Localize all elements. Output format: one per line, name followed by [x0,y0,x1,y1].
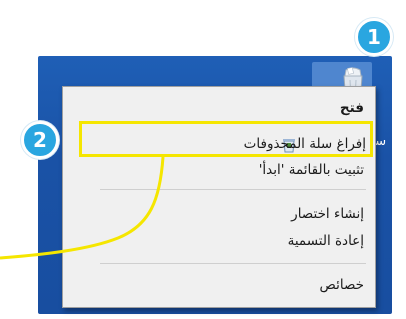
callout-pointer-line [0,156,165,260]
step-1-badge: 1 [355,18,393,56]
step-2-number: 2 [33,128,47,152]
step-2-badge: 2 [21,121,59,159]
step-1-number: 1 [367,25,381,49]
